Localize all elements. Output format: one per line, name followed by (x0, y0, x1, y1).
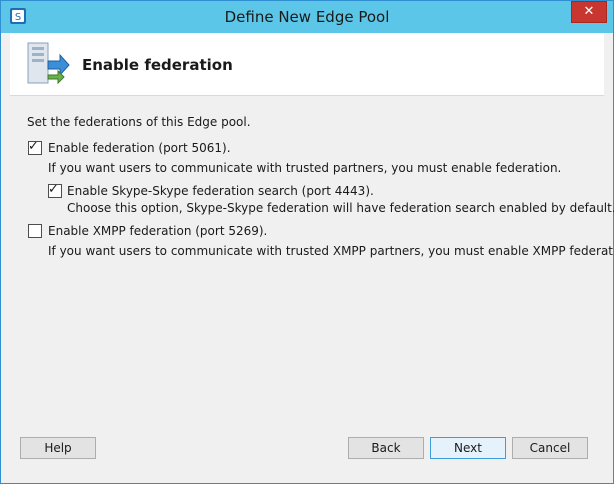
window-title: Define New Edge Pool (224, 8, 390, 26)
intro-text: Set the federations of this Edge pool. (27, 115, 251, 129)
enable-xmpp-federation-label[interactable]: Enable XMPP federation (port 5269). (48, 224, 267, 238)
cancel-button[interactable]: Cancel (512, 437, 588, 459)
page-title: Enable federation (82, 56, 233, 74)
enable-xmpp-federation-checkbox[interactable] (28, 224, 42, 238)
topology-arrows-icon (27, 42, 70, 85)
xmpp-federation-description: If you want users to communicate with tr… (48, 244, 614, 258)
check-icon: ✓ (28, 139, 39, 154)
skype-federation-search-label[interactable]: Enable Skype-Skype federation search (po… (67, 184, 374, 198)
check-icon: ✓ (48, 182, 59, 197)
wizard-header: Enable federation (10, 33, 604, 96)
next-button[interactable]: Next (430, 437, 506, 459)
close-icon: ✕ (583, 4, 595, 19)
skype-federation-description: Choose this option, Skype-Skype federati… (67, 201, 614, 215)
enable-federation-checkbox[interactable]: ✓ (28, 139, 42, 155)
federation-description: If you want users to communicate with tr… (48, 161, 562, 175)
title-bar[interactable]: S Define New Edge Pool ✕ (1, 1, 613, 33)
wizard-content: Set the federations of this Edge pool. ✓… (10, 96, 614, 474)
skype-federation-search-checkbox[interactable]: ✓ (48, 182, 62, 198)
define-edge-pool-window: S Define New Edge Pool ✕ Enable federati… (0, 0, 614, 484)
back-button[interactable]: Back (348, 437, 424, 459)
close-button[interactable]: ✕ (571, 1, 607, 23)
help-button[interactable]: Help (20, 437, 96, 459)
enable-federation-label[interactable]: Enable federation (port 5061). (48, 141, 231, 155)
